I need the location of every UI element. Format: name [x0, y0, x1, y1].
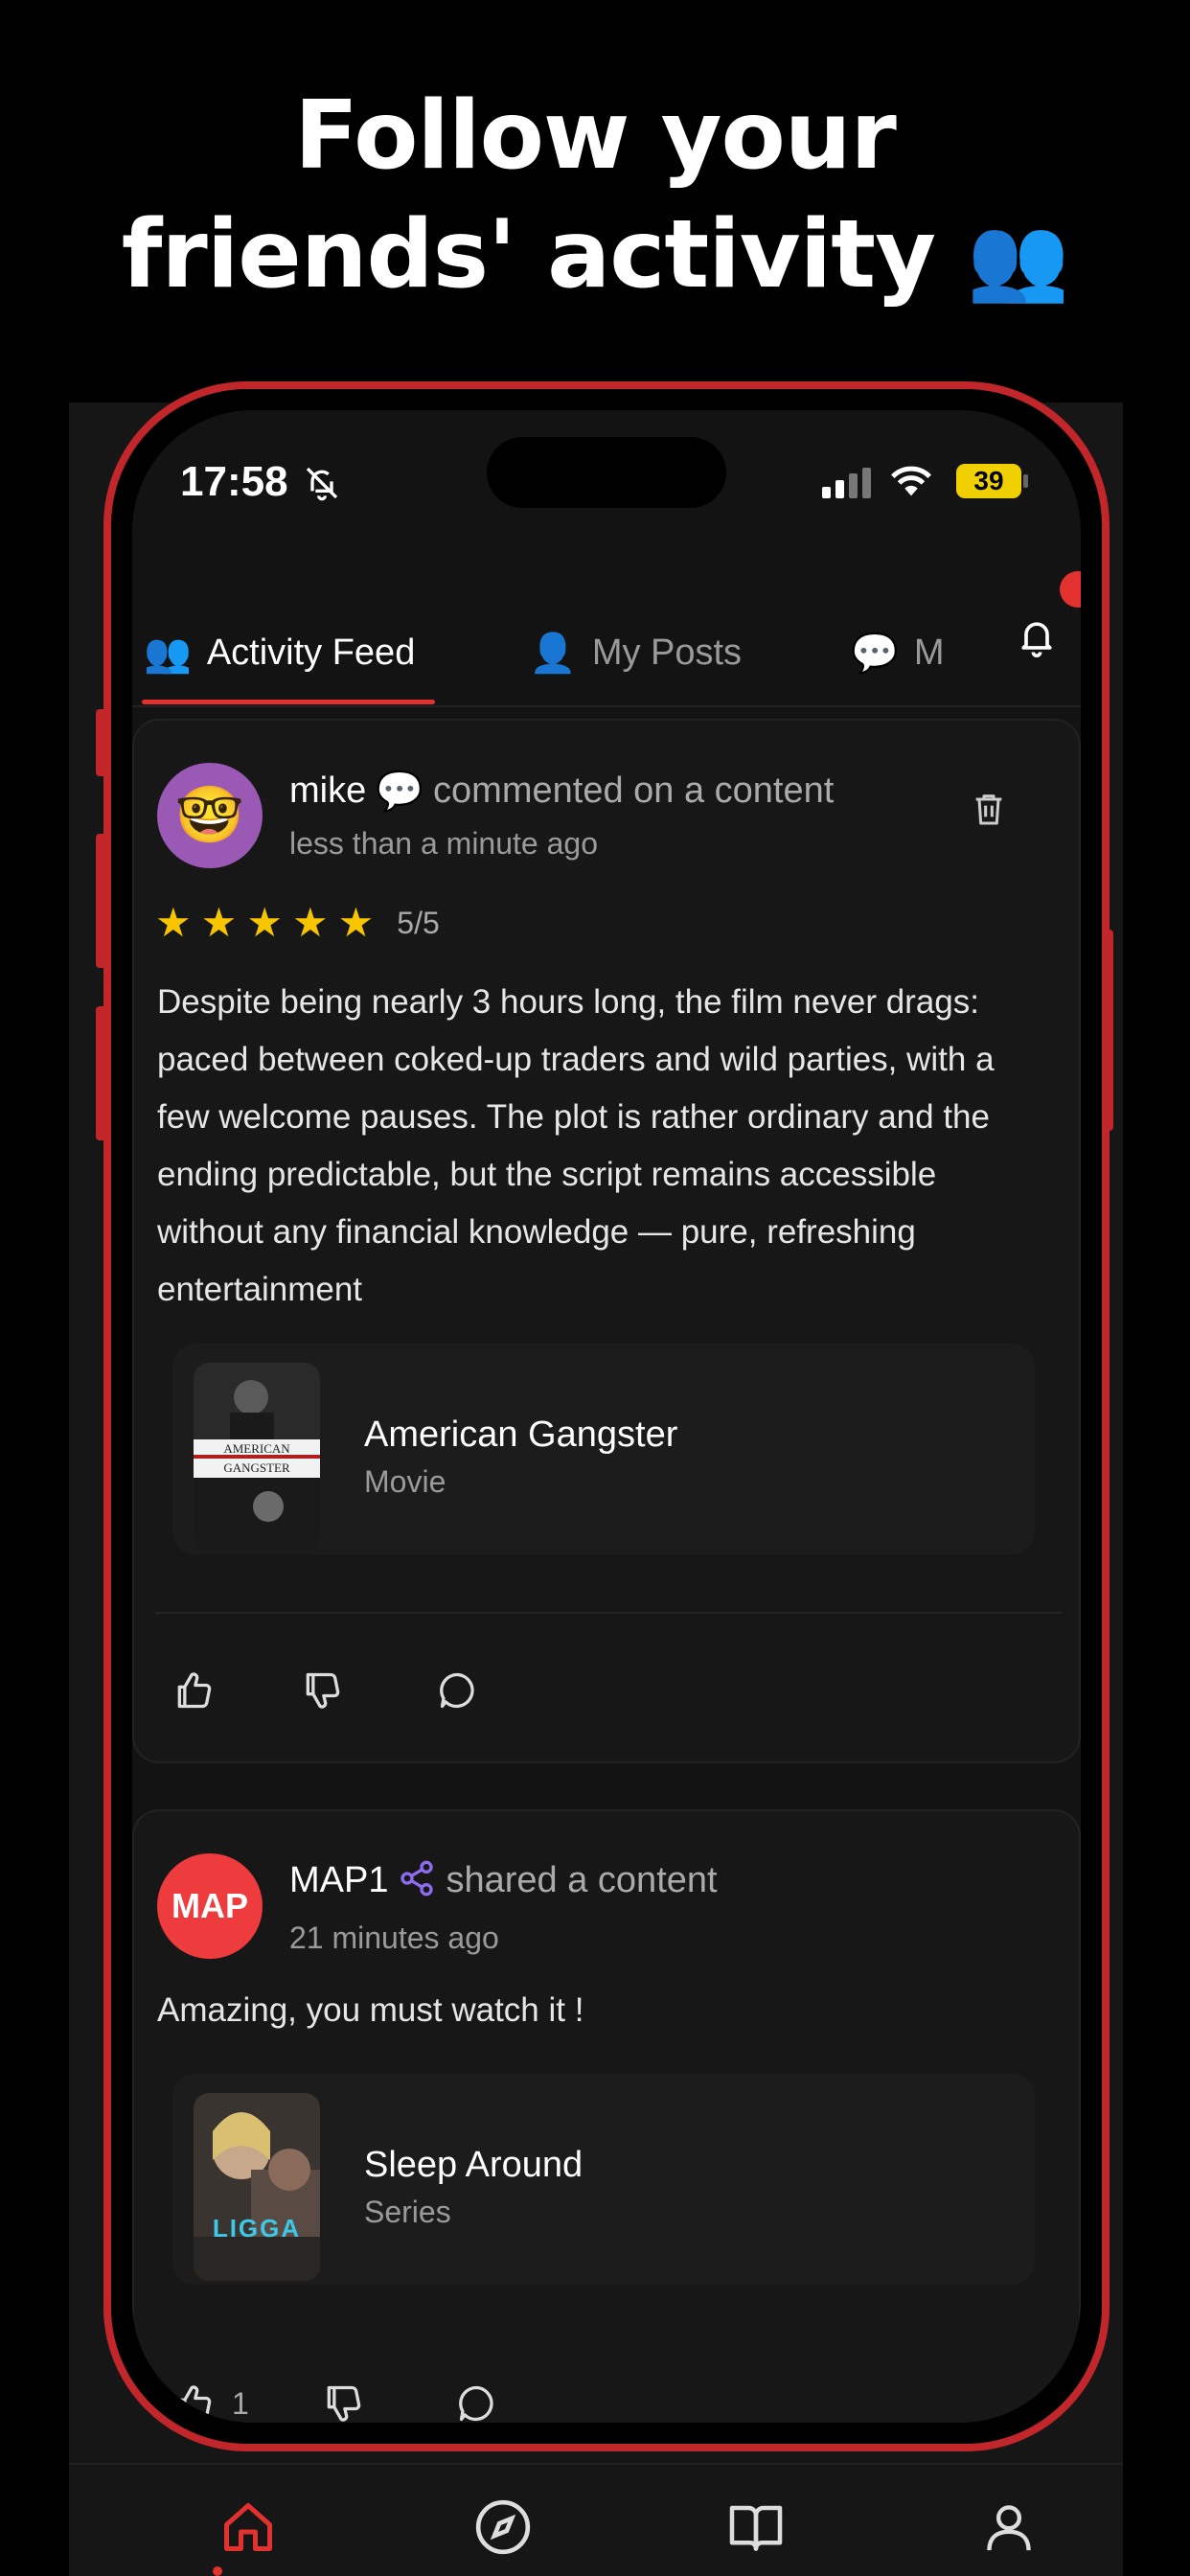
series-poster: LIGGA [194, 2093, 320, 2281]
star-icon: ★ [291, 900, 329, 945]
star-icon: ★ [246, 900, 283, 945]
friends-emoji-icon: 👥 [967, 211, 1069, 307]
home-icon[interactable] [215, 2494, 282, 2561]
content-type: Movie [364, 1464, 446, 1499]
svg-text:LIGGA: LIGGA [213, 2214, 301, 2242]
friends-icon: 👥 [144, 632, 192, 675]
active-tab-indicator [142, 700, 435, 704]
avatar[interactable]: MAP [157, 1853, 263, 1959]
phone-button [1102, 930, 1113, 1131]
activity-action: shared a content [446, 1860, 718, 1900]
dynamic-island [487, 437, 726, 508]
svg-text:GANGSTER: GANGSTER [223, 1460, 290, 1475]
status-time: 17:58 [180, 458, 288, 505]
avatar[interactable]: 🤓 [157, 763, 263, 868]
thumbs-down-icon [306, 1672, 340, 1709]
battery-level: 39 [956, 464, 1021, 498]
like-button[interactable] [172, 1669, 215, 1712]
activity-card: MAP MAP1 shared a content 21 minutes ago… [132, 1809, 1081, 2423]
user-icon: 👤 [529, 632, 577, 675]
tab-label: My Posts [591, 632, 743, 673]
username[interactable]: mike [289, 770, 366, 812]
dislike-button[interactable] [301, 1669, 343, 1712]
tab-my-posts[interactable]: 👤 My Posts [529, 631, 742, 676]
phone-button [96, 834, 107, 968]
tab-activity-feed[interactable]: 👥 Activity Feed [144, 631, 415, 676]
thumbs-up-icon [177, 1672, 212, 1709]
thumbs-down-icon [327, 2385, 361, 2422]
phone-screen: 17:58 39 👥 Activity Feed 👤 My Posts 💬 M [132, 410, 1081, 2423]
bell-muted-icon [303, 464, 341, 507]
compass-icon[interactable] [469, 2494, 537, 2561]
rating-value: 5/5 [397, 905, 440, 940]
activity-action: commented on a content [433, 770, 835, 811]
speech-bubble-icon: 💬 [851, 632, 899, 675]
content-type: Series [364, 2195, 451, 2229]
like-count: 1 [232, 2385, 249, 2421]
comment-icon [459, 2385, 493, 2422]
content-card[interactable]: AMERICAN GANGSTER American Gangster Movi… [172, 1344, 1035, 1554]
notification-bell-icon[interactable] [1016, 613, 1058, 664]
bottom-navigation [69, 2463, 1123, 2576]
thumbs-up-icon [177, 2385, 212, 2422]
svg-text:AMERICAN: AMERICAN [223, 1441, 290, 1456]
content-title: Sleep Around [364, 2145, 584, 2185]
signal-icon [822, 468, 874, 503]
timestamp: less than a minute ago [289, 826, 598, 861]
headline-line-2: friends' activity 👥 [121, 200, 1069, 310]
username[interactable]: MAP1 [289, 1860, 388, 1901]
dislike-button[interactable] [322, 2382, 364, 2423]
headline-line-1: Follow your [294, 81, 897, 191]
profile-icon[interactable] [975, 2494, 1042, 2561]
comment-button[interactable] [456, 2382, 498, 2423]
like-button[interactable]: 1 [172, 2382, 249, 2423]
phone-button [96, 1006, 107, 1140]
active-nav-indicator [213, 2566, 222, 2576]
movie-poster: AMERICAN GANGSTER [194, 1363, 320, 1551]
tab-label: Activity Feed [206, 632, 416, 673]
phone-button [96, 709, 107, 776]
comment-button[interactable] [437, 1669, 479, 1712]
star-rating: ★ ★ ★ ★ ★ 5/5 [155, 903, 440, 943]
promo-headline: Follow your friends' activity 👥 [0, 77, 1190, 318]
review-text: Amazing, you must watch it ! [157, 1991, 584, 2029]
comment-bubble-icon: 💬 [376, 770, 424, 813]
tab-label: M [913, 632, 945, 673]
tab-messages[interactable]: 💬 M [851, 631, 944, 676]
star-icon: ★ [337, 900, 375, 945]
review-text: Despite being nearly 3 hours long, the f… [157, 983, 995, 1308]
comment-icon [440, 1672, 474, 1709]
activity-header: MAP1 shared a content [289, 1859, 718, 1902]
divider [155, 1612, 1062, 1614]
star-icon: ★ [155, 900, 192, 945]
activity-header: mike 💬 commented on a content [289, 769, 834, 814]
trash-icon[interactable] [970, 788, 1008, 835]
star-icon: ★ [200, 900, 238, 945]
wifi-icon [889, 464, 933, 503]
book-icon[interactable] [722, 2494, 790, 2561]
content-card[interactable]: LIGGA Sleep Around Series [172, 2074, 1035, 2285]
timestamp: 21 minutes ago [289, 1920, 499, 1955]
content-title: American Gangster [364, 1414, 678, 1455]
share-icon [398, 1859, 436, 1902]
feed-tabs: 👥 Activity Feed 👤 My Posts 💬 M [132, 602, 1081, 707]
battery-indicator: 39 [956, 464, 1029, 498]
activity-card: 🤓 mike 💬 commented on a content less tha… [132, 719, 1081, 1763]
